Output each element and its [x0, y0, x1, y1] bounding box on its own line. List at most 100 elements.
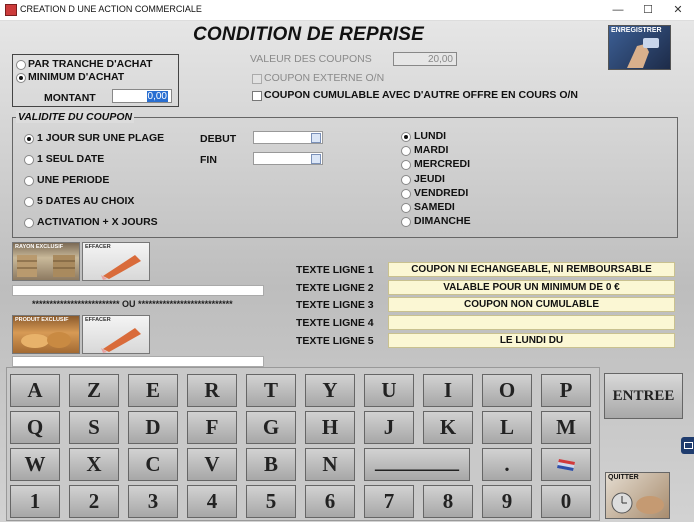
valeur-coupons-input[interactable]: 20,00 [393, 52, 457, 66]
key-a[interactable]: A [10, 374, 60, 407]
alarm-clock-icon [611, 492, 664, 514]
montant-input[interactable]: 0,00 [112, 89, 172, 103]
option-minimum-achat-label: MINIMUM D'ACHAT [28, 71, 125, 83]
key-f[interactable]: F [187, 411, 237, 444]
application-window: CREATION D UNE ACTION COMMERCIALE — ☐ ✕ … [0, 0, 694, 522]
key-e[interactable]: E [128, 374, 178, 407]
side-panel-toggle[interactable] [681, 437, 694, 454]
radio-validity-2[interactable] [24, 155, 34, 165]
key-4[interactable]: 4 [187, 485, 237, 518]
key-q[interactable]: Q [10, 411, 60, 444]
key-g[interactable]: G [246, 411, 296, 444]
key-y[interactable]: Y [305, 374, 355, 407]
maximize-button[interactable]: ☐ [633, 0, 663, 20]
flag-language-button[interactable] [541, 448, 591, 481]
radio-minimum-achat[interactable] [16, 73, 26, 83]
key-m[interactable]: M [541, 411, 591, 444]
effacer-produit-button[interactable]: EFFACER [82, 315, 150, 354]
radio-day-jeudi[interactable] [401, 175, 411, 185]
valeur-coupons-label: VALEUR DES COUPONS [250, 53, 372, 65]
key-space[interactable]: ________ [364, 448, 470, 481]
key-i[interactable]: I [423, 374, 473, 407]
debut-label: DEBUT [200, 133, 237, 145]
texte-ligne-3-label: TEXTE LIGNE 3 [296, 299, 374, 311]
save-button[interactable]: ENREGISTRER [608, 25, 671, 70]
key-c[interactable]: C [128, 448, 178, 481]
key-h[interactable]: H [305, 411, 355, 444]
rayon-exclusif-field[interactable] [12, 285, 264, 296]
key-d[interactable]: D [128, 411, 178, 444]
day-label-jeudi: JEUDI [414, 173, 445, 185]
key-9[interactable]: 9 [482, 485, 532, 518]
coupon-cumulable-label: COUPON CUMULABLE AVEC D'AUTRE OFFRE EN C… [264, 89, 579, 101]
radio-day-dimanche[interactable] [401, 217, 411, 227]
texte-ligne-3-input[interactable]: COUPON NON CUMULABLE [388, 297, 675, 312]
key-p[interactable]: P [541, 374, 591, 407]
on-screen-keyboard: A Z E R T Y U I O P Q S D F G H J K L M … [6, 367, 600, 521]
day-label-dimanche: DIMANCHE [414, 215, 471, 227]
key-w[interactable]: W [10, 448, 60, 481]
option-par-tranche-label: PAR TRANCHE D'ACHAT [28, 58, 153, 70]
quit-button[interactable]: QUITTER [605, 472, 670, 519]
shop-shelves-icon [17, 255, 75, 277]
key-5[interactable]: 5 [246, 485, 296, 518]
validity-legend: VALIDITE DU COUPON [16, 111, 135, 123]
effacer-rayon-button[interactable]: EFFACER [82, 242, 150, 281]
key-z[interactable]: Z [69, 374, 119, 407]
key-l[interactable]: L [482, 411, 532, 444]
key-6[interactable]: 6 [305, 485, 355, 518]
radio-par-tranche[interactable] [16, 60, 26, 70]
key-8[interactable]: 8 [423, 485, 473, 518]
radio-day-vendredi[interactable] [401, 189, 411, 199]
or-separator: ************************* OU ***********… [32, 299, 233, 309]
minimize-button[interactable]: — [603, 0, 633, 20]
radio-day-mardi[interactable] [401, 146, 411, 156]
texte-ligne-1-label: TEXTE LIGNE 1 [296, 264, 374, 276]
produit-exclusif-button[interactable]: PRODUIT EXCLUSIF [12, 315, 80, 354]
keyboard-icon [684, 442, 693, 449]
key-t[interactable]: T [246, 374, 296, 407]
radio-validity-4[interactable] [24, 197, 34, 207]
key-j[interactable]: J [364, 411, 414, 444]
radio-day-lundi[interactable] [401, 132, 411, 142]
radio-validity-3[interactable] [24, 176, 34, 186]
texte-ligne-2-label: TEXTE LIGNE 2 [296, 282, 374, 294]
key-dot[interactable]: . [482, 448, 532, 481]
bread-products-icon [21, 332, 71, 348]
texte-ligne-5-input[interactable]: LE LUNDI DU [388, 333, 675, 348]
key-1[interactable]: 1 [10, 485, 60, 518]
key-b[interactable]: B [246, 448, 296, 481]
key-k[interactable]: K [423, 411, 473, 444]
key-u[interactable]: U [364, 374, 414, 407]
montant-label: MONTANT [44, 92, 96, 104]
day-label-samedi: SAMEDI [414, 201, 455, 213]
key-s[interactable]: S [69, 411, 119, 444]
flag-icon [557, 459, 575, 471]
radio-validity-5[interactable] [24, 218, 34, 228]
key-o[interactable]: O [482, 374, 532, 407]
enter-button[interactable]: ENTREE [604, 373, 683, 419]
coupon-externe-checkbox[interactable] [252, 74, 262, 84]
key-7[interactable]: 7 [364, 485, 414, 518]
debut-date-picker[interactable] [253, 131, 323, 144]
radio-validity-1[interactable] [24, 134, 34, 144]
radio-day-mercredi[interactable] [401, 160, 411, 170]
coupon-cumulable-checkbox[interactable] [252, 91, 262, 101]
texte-ligne-2-input[interactable]: VALABLE POUR UN MINIMUM DE 0 € [388, 280, 675, 295]
key-r[interactable]: R [187, 374, 237, 407]
rayon-exclusif-button[interactable]: RAYON EXCLUSIF [12, 242, 80, 281]
key-3[interactable]: 3 [128, 485, 178, 518]
close-button[interactable]: ✕ [663, 0, 693, 20]
key-2[interactable]: 2 [69, 485, 119, 518]
validity-option-4: 5 DATES AU CHOIX [37, 195, 135, 207]
day-label-lundi: LUNDI [414, 130, 447, 142]
texte-ligne-4-input[interactable] [388, 315, 675, 330]
key-x[interactable]: X [69, 448, 119, 481]
fin-date-picker[interactable] [253, 152, 323, 165]
produit-exclusif-field[interactable] [12, 356, 264, 367]
radio-day-samedi[interactable] [401, 203, 411, 213]
key-0[interactable]: 0 [541, 485, 591, 518]
texte-ligne-1-input[interactable]: COUPON NI ECHANGEABLE, NI REMBOURSABLE [388, 262, 675, 277]
key-v[interactable]: V [187, 448, 237, 481]
key-n[interactable]: N [305, 448, 355, 481]
